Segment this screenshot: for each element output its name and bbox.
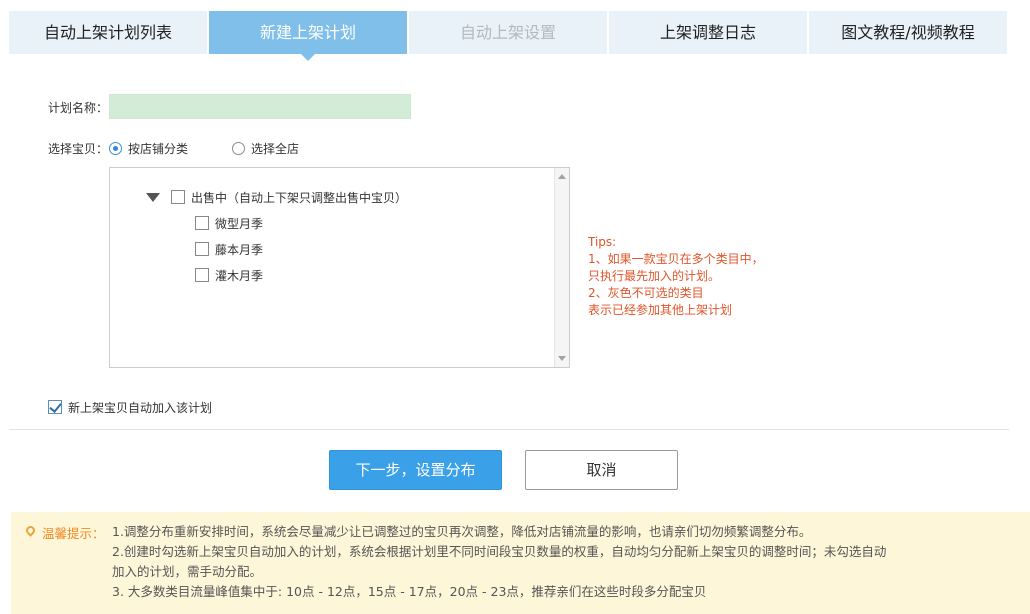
- auto-add-option[interactable]: 新上架宝贝自动加入该计划: [48, 399, 212, 415]
- arrow-down-icon[interactable]: [558, 356, 566, 361]
- radio-by-category[interactable]: 按店铺分类: [109, 139, 188, 157]
- tips-panel: Tips: 1、如果一款宝贝在多个类目中， 只执行最先加入的计划。 2、灰色不可…: [588, 234, 764, 319]
- tab-label: 上架调整日志: [659, 23, 756, 42]
- notice-panel: 温馨提示： 1.调整分布重新安排时间，系统会尽量减少让已调整过的宝贝再次调整，降…: [11, 512, 1030, 614]
- tree-item-checkbox[interactable]: [195, 242, 209, 256]
- tree-item-checkbox[interactable]: [195, 268, 209, 282]
- location-pin-icon: [24, 524, 37, 537]
- tab-bar: 自动上架计划列表 新建上架计划 自动上架设置 上架调整日志 图文教程/视频教程: [9, 11, 1007, 61]
- tips-line: 2、灰色不可选的类目: [588, 286, 704, 300]
- radio-label: 选择全店: [251, 141, 300, 156]
- tree-item-label: 微型月季: [215, 216, 264, 231]
- tips-title: Tips:: [588, 235, 617, 249]
- radio-whole-store[interactable]: 选择全店: [232, 139, 299, 157]
- notice-line: 加入的计划，需手动分配。: [112, 564, 263, 579]
- select-goods-label: 选择宝贝：: [48, 142, 109, 156]
- tree-scrollbar[interactable]: [554, 168, 569, 367]
- auto-add-checkbox[interactable]: [48, 400, 62, 414]
- active-tab-pointer-icon: [301, 54, 315, 61]
- radio-unchecked-icon[interactable]: [232, 141, 245, 155]
- tips-line: 只执行最先加入的计划。: [588, 269, 721, 283]
- category-tree: 出售中（自动上下架只调整出售中宝贝） 微型月季 藤本月季 灌木月季: [109, 167, 570, 368]
- tab-plan-list[interactable]: 自动上架计划列表: [9, 11, 207, 54]
- divider: [9, 429, 1009, 430]
- plan-name-label: 计划名称：: [48, 101, 109, 115]
- notice-line: 3. 大多数类目流量峰值集中于: 10点 - 12点，15点 - 17点，20点…: [112, 584, 707, 599]
- tree-item-checkbox[interactable]: [195, 216, 209, 230]
- tree-item: 藤本月季: [195, 241, 263, 257]
- tab-new-plan[interactable]: 新建上架计划: [209, 11, 407, 61]
- auto-add-label: 新上架宝贝自动加入该计划: [68, 400, 213, 415]
- plan-name-input[interactable]: [109, 94, 411, 119]
- tab-auto-settings: 自动上架设置: [409, 11, 607, 54]
- tab-label: 新建上架计划: [259, 23, 356, 42]
- tree-root-label: 出售中（自动上下架只调整出售中宝贝）: [191, 190, 408, 205]
- cancel-button[interactable]: 取消: [525, 450, 678, 490]
- tree-root-row: 出售中（自动上下架只调整出售中宝贝）: [146, 189, 407, 205]
- tab-label: 自动上架计划列表: [43, 23, 172, 42]
- tree-item: 灌木月季: [195, 267, 263, 283]
- radio-label: 按店铺分类: [128, 141, 189, 156]
- tips-line: 表示已经参加其他上架计划: [588, 303, 733, 317]
- radio-checked-icon[interactable]: [109, 141, 122, 155]
- tab-label: 自动上架设置: [459, 23, 556, 42]
- notice-title: 温馨提示：: [42, 526, 105, 541]
- tab-adjust-log[interactable]: 上架调整日志: [609, 11, 807, 54]
- tab-label: 图文教程/视频教程: [841, 23, 975, 42]
- tree-item: 微型月季: [195, 215, 263, 231]
- tree-root-checkbox[interactable]: [171, 190, 185, 204]
- next-step-button[interactable]: 下一步，设置分布: [329, 450, 502, 490]
- triangle-down-icon[interactable]: [146, 192, 160, 202]
- tree-item-label: 灌木月季: [215, 268, 264, 283]
- arrow-up-icon[interactable]: [558, 174, 566, 179]
- notice-line: 2.创建时勾选新上架宝贝自动加入的计划，系统会根据计划里不同时间段宝贝数量的权重…: [112, 544, 887, 559]
- tree-item-label: 藤本月季: [215, 242, 264, 257]
- tab-tutorials[interactable]: 图文教程/视频教程: [809, 11, 1007, 54]
- tips-line: 1、如果一款宝贝在多个类目中，: [588, 252, 764, 266]
- notice-line: 1.调整分布重新安排时间，系统会尽量减少让已调整过的宝贝再次调整，降低对店铺流量…: [112, 524, 812, 539]
